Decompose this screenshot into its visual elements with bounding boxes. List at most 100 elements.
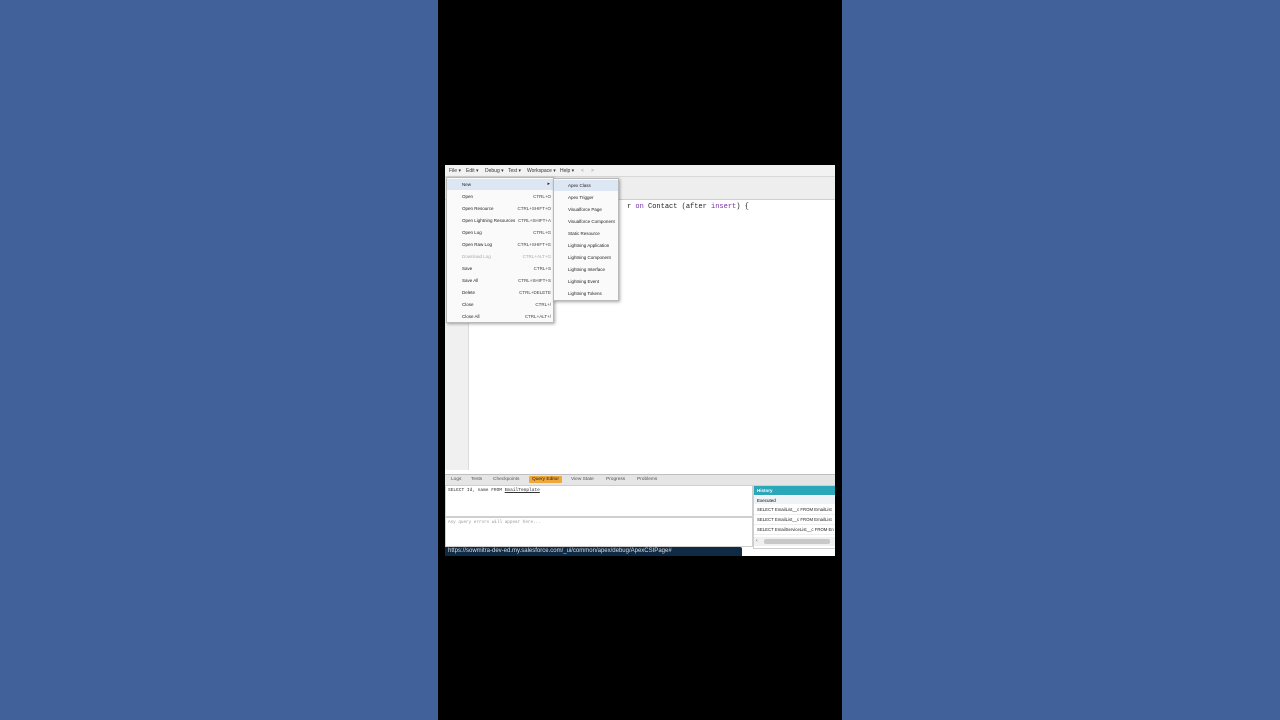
file-menu-delete[interactable]: Delete CTRL+DELETE	[447, 287, 553, 298]
menubar: File ▾ Edit ▾ Debug ▾ Test ▾ Workspace ▾…	[445, 165, 835, 177]
file-menu-open-resource[interactable]: Open Resource CTRL+SHIFT+O	[447, 203, 553, 214]
file-menu-close[interactable]: Close CTRL+/	[447, 299, 553, 310]
tab-view-state[interactable]: View State	[571, 477, 594, 482]
scroll-left-icon[interactable]: ‹	[756, 538, 758, 544]
menu-item-label: Download Log	[462, 254, 491, 259]
menu-item-label: Open Log	[462, 230, 482, 235]
file-menu: New ▸ Open CTRL+O Open Resource CTRL+SHI…	[446, 177, 554, 323]
menu-item-label: Save	[462, 266, 473, 271]
menu-item-label: Visualforce Page	[568, 207, 602, 212]
history-header: History	[754, 486, 835, 495]
code-line: r on Contact (after insert) {	[627, 203, 749, 211]
status-url: https://sowmitra-dev-ed.my.salesforce.co…	[448, 548, 672, 554]
query-text-before: SELECT Id, name FROM	[448, 488, 505, 493]
menu-item-label: Save All	[462, 278, 479, 283]
query-errors-panel: Any query errors will appear here...	[445, 517, 753, 547]
menu-file[interactable]: File ▾	[449, 168, 461, 174]
menu-item-label: Close All	[462, 314, 480, 319]
query-object: EmailTemplate	[504, 488, 540, 493]
menu-item-shortcut: CTRL+ALT+/	[524, 314, 551, 319]
scrollbar-thumb[interactable]	[764, 539, 830, 544]
menu-item-label: Open Lightning Resources	[462, 218, 516, 223]
code-keyword-on: on	[635, 203, 644, 211]
menu-debug[interactable]: Debug ▾	[485, 168, 504, 174]
menu-item-shortcut: CTRL+/	[535, 302, 551, 307]
menu-item-label: Close	[462, 302, 474, 307]
tab-logs[interactable]: Logs	[451, 477, 461, 482]
query-errors-placeholder: Any query errors will appear here...	[448, 520, 541, 525]
menu-item-shortcut: CTRL+SHIFT+G	[517, 242, 551, 247]
menu-item-shortcut: CTRL+G	[533, 230, 551, 235]
submenu-arrow-icon: ▸	[547, 181, 550, 187]
menu-item-label: Open Resource	[462, 206, 494, 211]
menu-item-label: Open	[462, 194, 474, 199]
menu-item-label: Lightning Interface	[568, 267, 606, 272]
history-row[interactable]: SELECT EmailServiceList__c FROM En	[754, 525, 835, 535]
submenu-apex-class[interactable]: Apex Class	[554, 180, 618, 191]
submenu-static-resource[interactable]: Static Resource	[554, 228, 618, 239]
file-menu-save-all[interactable]: Save All CTRL+SHIFT+S	[447, 275, 553, 286]
menu-item-label: Apex Trigger	[568, 195, 594, 200]
background-right	[842, 0, 1280, 720]
file-menu-new-label: New	[462, 182, 472, 187]
nav-back-icon[interactable]: <	[581, 168, 584, 174]
history-row-text: SELECT EmailServiceList__c FROM En	[757, 527, 834, 532]
submenu-lightning-component[interactable]: Lightning Component	[554, 252, 618, 263]
submenu-lightning-application[interactable]: Lightning Application	[554, 240, 618, 251]
code-tail: ) {	[736, 203, 749, 211]
menu-item-label: Delete	[462, 290, 476, 295]
query-input[interactable]: SELECT Id, name FROM EmailTemplate	[445, 485, 753, 517]
code-text: Contact (after	[643, 203, 712, 211]
history-row-text: SELECT EmailList__c FROM EmailList	[757, 517, 832, 522]
history-row[interactable]: SELECT EmailList__c FROM EmailList	[754, 505, 835, 515]
file-menu-save[interactable]: Save CTRL+S	[447, 263, 553, 274]
menu-workspace[interactable]: Workspace ▾	[527, 168, 556, 174]
menu-item-shortcut: CTRL+SHIFT+O	[517, 206, 551, 211]
submenu-apex-trigger[interactable]: Apex Trigger	[554, 192, 618, 203]
menu-item-shortcut: CTRL+SHIFT+A	[517, 218, 551, 223]
file-menu-open-log[interactable]: Open Log CTRL+G	[447, 227, 553, 238]
tab-query-editor[interactable]: Query Editor	[529, 476, 562, 483]
menu-item-label: Lightning Tokens	[568, 291, 602, 296]
file-menu-download-log: Download Log CTRL+ALT+G	[447, 251, 553, 262]
file-menu-open-raw-log[interactable]: Open Raw Log CTRL+SHIFT+G	[447, 239, 553, 250]
background-left	[0, 0, 438, 720]
menu-item-label: Lightning Component	[568, 255, 611, 260]
submenu-visualforce-page[interactable]: Visualforce Page	[554, 204, 618, 215]
file-menu-close-all[interactable]: Close All CTRL+ALT+/	[447, 311, 553, 322]
menu-item-label: Lightning Event	[568, 279, 600, 284]
menu-item-shortcut: CTRL+S	[533, 266, 551, 271]
menu-item-shortcut: CTRL+ALT+G	[522, 254, 551, 259]
history-executed-label: Executed	[757, 498, 776, 503]
menu-item-label: Open Raw Log	[462, 242, 493, 247]
history-title: History	[757, 488, 773, 493]
submenu-lightning-tokens[interactable]: Lightning Tokens	[554, 288, 618, 299]
menu-item-label: Apex Class	[568, 183, 591, 188]
submenu-lightning-interface[interactable]: Lightning Interface	[554, 264, 618, 275]
file-menu-open-lightning-resources[interactable]: Open Lightning Resources CTRL+SHIFT+A	[447, 215, 553, 226]
status-url-bar: https://sowmitra-dev-ed.my.salesforce.co…	[445, 547, 742, 556]
submenu-lightning-event[interactable]: Lightning Event	[554, 276, 618, 287]
tab-problems[interactable]: Problems	[637, 477, 657, 482]
tab-tests[interactable]: Tests	[471, 477, 482, 482]
history-row[interactable]: SELECT EmailList__c FROM EmailList	[754, 515, 835, 525]
tab-progress[interactable]: Progress	[606, 477, 625, 482]
nav-forward-icon[interactable]: >	[591, 168, 594, 174]
history-subheader: Executed	[754, 496, 835, 504]
menu-help[interactable]: Help ▾	[560, 168, 574, 174]
menu-test[interactable]: Test ▾	[508, 168, 521, 174]
tab-checkpoints[interactable]: Checkpoints	[493, 477, 519, 482]
menu-item-shortcut: CTRL+SHIFT+S	[517, 278, 551, 283]
query-text: SELECT Id, name FROM EmailTemplate	[448, 488, 540, 493]
file-menu-new[interactable]: New ▸	[447, 179, 553, 190]
file-menu-open[interactable]: Open CTRL+O	[447, 191, 553, 202]
menu-edit[interactable]: Edit ▾	[466, 168, 479, 174]
developer-console-window: File ▾ Edit ▾ Debug ▾ Test ▾ Workspace ▾…	[445, 165, 835, 556]
code-keyword-insert: insert	[711, 203, 737, 211]
history-row-text: SELECT EmailList__c FROM EmailList	[757, 507, 832, 512]
history-panel: History Executed SELECT EmailList__c FRO…	[753, 485, 835, 549]
history-scrollbar[interactable]: ‹	[754, 537, 835, 546]
menu-item-label: Visualforce Component	[568, 219, 615, 224]
menu-item-label: Static Resource	[568, 231, 600, 236]
submenu-visualforce-component[interactable]: Visualforce Component	[554, 216, 618, 227]
